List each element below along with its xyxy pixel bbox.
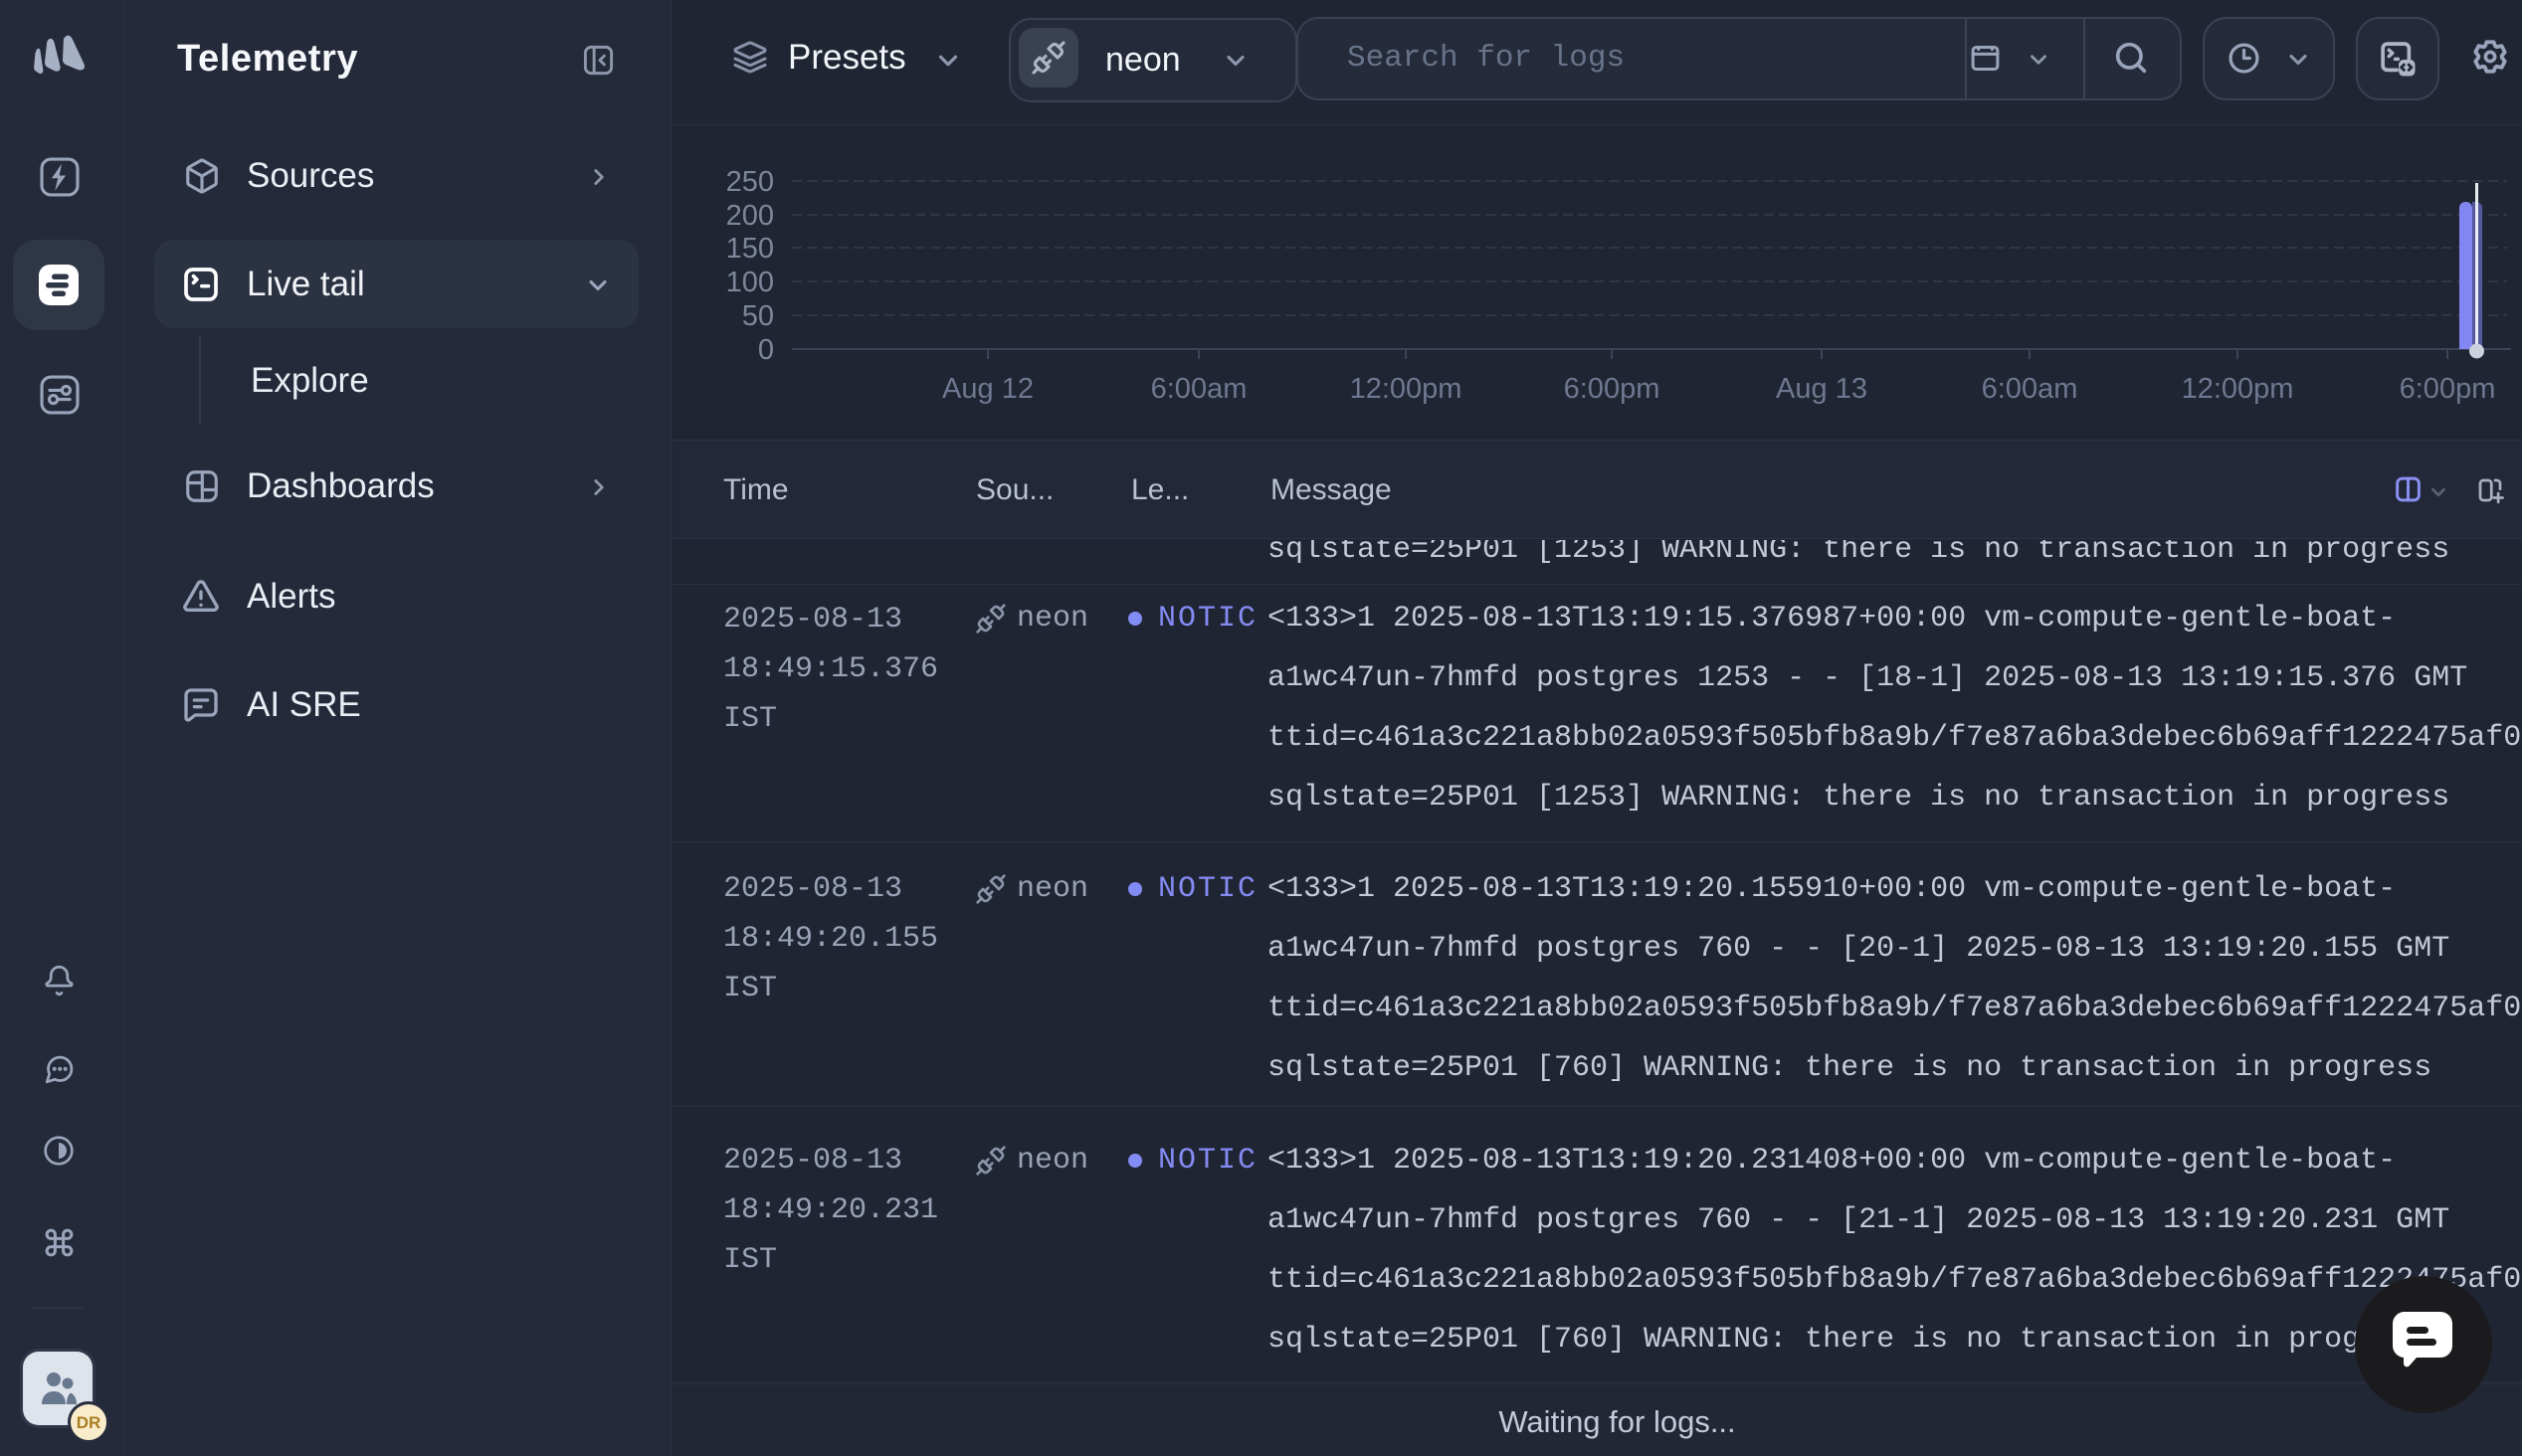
svg-text:100: 100 xyxy=(726,267,774,298)
svg-text:250: 250 xyxy=(726,166,774,198)
svg-text:150: 150 xyxy=(726,233,774,265)
svg-text:Aug 13: Aug 13 xyxy=(1776,373,1867,405)
svg-text:6:00pm: 6:00pm xyxy=(2400,373,2496,405)
svg-text:0: 0 xyxy=(758,334,774,366)
svg-text:Aug 12: Aug 12 xyxy=(942,373,1034,405)
svg-text:12:00pm: 12:00pm xyxy=(1350,373,1462,405)
svg-text:50: 50 xyxy=(742,300,774,332)
svg-text:6:00pm: 6:00pm xyxy=(1564,373,1660,405)
svg-text:6:00am: 6:00am xyxy=(1982,373,2078,405)
svg-text:12:00pm: 12:00pm xyxy=(2182,373,2294,405)
svg-text:200: 200 xyxy=(726,200,774,232)
svg-text:6:00am: 6:00am xyxy=(1151,373,1248,405)
